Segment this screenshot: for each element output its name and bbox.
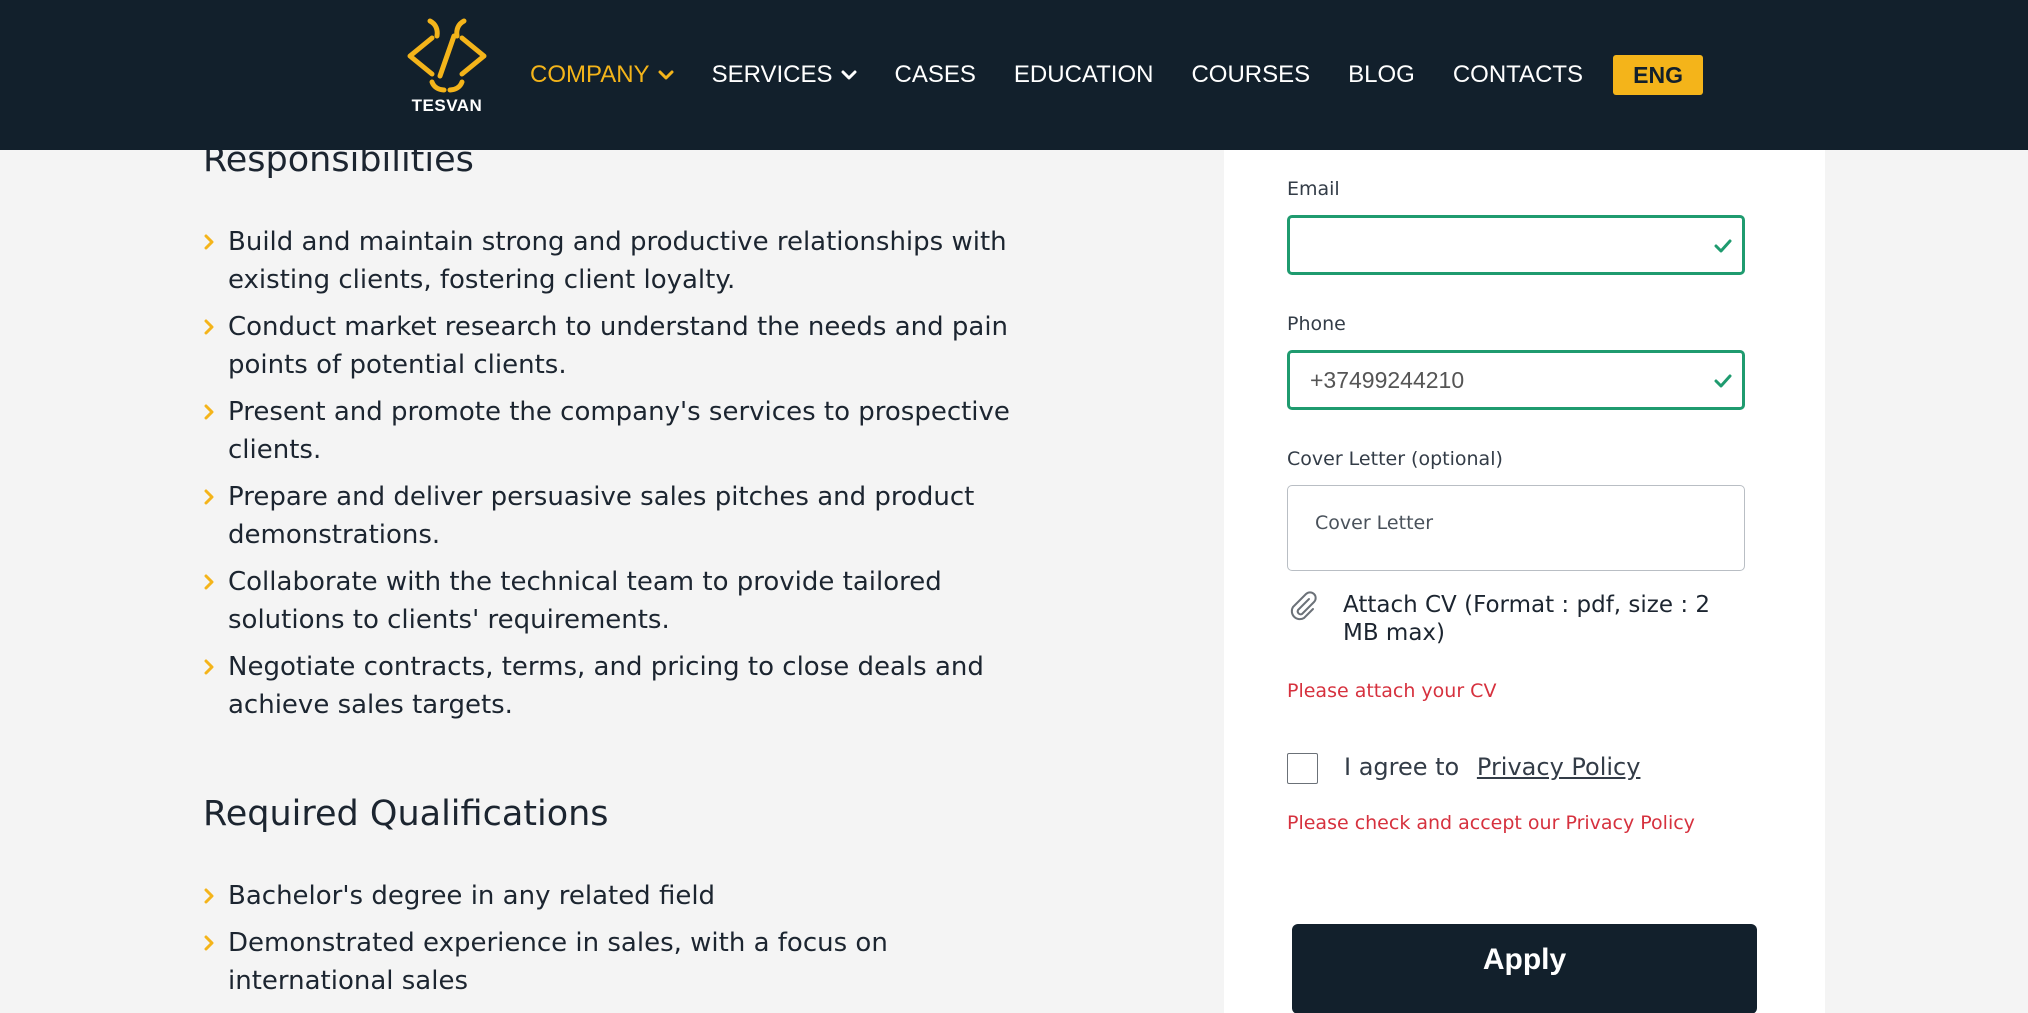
list-item-text: Build and maintain strong and productive… [228,227,1007,295]
cover-letter-label: Cover Letter (optional) [1287,448,1503,470]
phone-value: +37499244210 [1310,367,1465,393]
chevron-right-icon [204,935,214,951]
nav-item-label: COMPANY [530,61,650,88]
list-item: Present and promote the company's servic… [203,393,1053,469]
cover-letter-input[interactable]: Cover Letter [1287,485,1745,571]
chevron-right-icon [204,659,214,675]
chevron-down-icon [841,70,857,80]
apply-button[interactable]: Apply [1292,924,1757,1013]
paperclip-icon[interactable] [1287,590,1319,622]
chevron-right-icon [204,888,214,904]
nav-item-label: CONTACTS [1452,61,1584,88]
nav-item-services[interactable]: SERVICES [712,61,857,89]
chevron-down-icon [658,70,674,80]
list-item: Negotiate contracts, terms, and pricing … [203,648,1053,724]
chevron-right-icon [204,319,214,335]
check-icon [1714,374,1732,388]
agree-text: I agree to [1344,753,1460,781]
responsibilities-list: Build and maintain strong and productive… [203,223,1053,733]
list-item-text: Conduct market research to understand th… [228,312,1009,380]
nav-item-label: CASES [894,61,976,88]
chevron-right-icon [204,489,214,505]
privacy-policy-link[interactable]: Privacy Policy [1477,753,1641,781]
list-item: Prepare and deliver persuasive sales pit… [203,478,1053,554]
chevron-right-icon [204,574,214,590]
list-item-text: Negotiate contracts, terms, and pricing … [228,652,984,720]
nav-item-label: SERVICES [711,61,833,88]
logo-text: TESVAN [411,96,483,115]
nav-item-cases[interactable]: CASES [895,61,976,89]
nav-item-contacts[interactable]: CONTACTS [1453,61,1583,89]
list-item: Conduct market research to understand th… [203,308,1053,384]
phone-field[interactable]: +37499244210 [1287,350,1745,410]
qualifications-list: Bachelor's degree in any related field D… [203,877,1053,1009]
chevron-right-icon [204,404,214,420]
application-form: Email Phone +37499244210 Cover Letter (o… [1224,150,1825,1013]
privacy-checkbox[interactable] [1287,753,1318,784]
list-item: Demonstrated experience in sales, with a… [203,924,1053,1000]
chevron-right-icon [204,234,214,250]
list-item: Collaborate with the technical team to p… [203,563,1053,639]
nav-item-courses[interactable]: COURSES [1191,61,1310,89]
nav-item-company[interactable]: COMPANY [530,61,674,89]
list-item-text: Bachelor's degree in any related field [228,881,716,911]
cover-letter-placeholder: Cover Letter [1315,512,1434,534]
logo-mark-icon [407,18,487,93]
tesvan-logo[interactable]: TESVAN [404,16,490,120]
list-item-text: Demonstrated experience in sales, with a… [228,928,888,996]
list-item-text: Prepare and deliver persuasive sales pit… [228,482,975,550]
email-field[interactable] [1287,215,1745,275]
nav-item-label: BLOG [1348,61,1415,88]
nav-item-label: EDUCATION [1013,61,1154,88]
nav-item-education[interactable]: EDUCATION [1014,61,1154,89]
email-label: Email [1287,178,1340,200]
list-item-text: Present and promote the company's servic… [228,397,1010,465]
main-nav: COMPANY SERVICES CASES EDUCATION COURSES… [530,54,1704,96]
language-button[interactable]: ENG [1613,55,1704,95]
site-header: TESVAN COMPANY SERVICES CASES EDUCATION … [0,0,2028,150]
list-item-text: Collaborate with the technical team to p… [228,567,942,635]
nav-item-blog[interactable]: BLOG [1348,61,1415,89]
cv-error-message: Please attach your CV [1287,680,1497,702]
phone-label: Phone [1287,313,1346,335]
list-item: Build and maintain strong and productive… [203,223,1053,299]
qualifications-heading: Required Qualifications [203,794,609,834]
check-icon [1714,239,1732,253]
attach-cv-link[interactable]: Attach CV (Format : pdf, size : 2 MB max… [1343,591,1743,647]
nav-item-label: COURSES [1191,61,1311,88]
privacy-agree-label: I agree to Privacy Policy [1344,753,1640,781]
list-item: Bachelor's degree in any related field [203,877,1053,915]
privacy-error-message: Please check and accept our Privacy Poli… [1287,812,1695,834]
